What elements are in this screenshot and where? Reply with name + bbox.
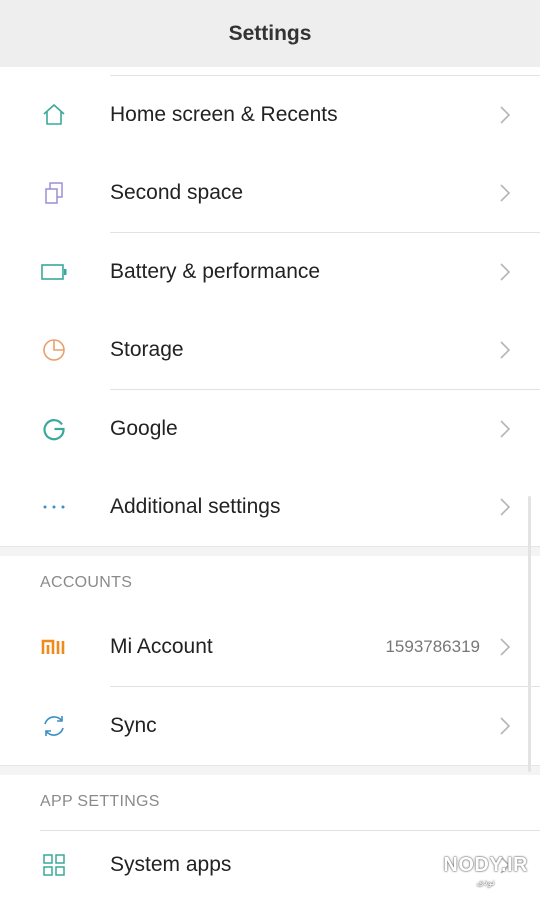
chevron-right-icon xyxy=(500,106,511,124)
scrollbar[interactable] xyxy=(528,496,531,772)
pie-chart-icon xyxy=(40,336,68,364)
settings-item-label: Battery & performance xyxy=(110,260,321,283)
settings-item-label: System apps xyxy=(110,853,232,876)
section-header-app-settings: APP SETTINGS xyxy=(0,775,540,831)
sync-icon xyxy=(40,712,68,740)
settings-item-label: Sync xyxy=(110,714,157,737)
watermark-text: NODY.IR xyxy=(443,854,528,876)
section-separator xyxy=(0,546,540,556)
settings-item-second-space[interactable]: Second space xyxy=(0,154,540,232)
settings-item-storage[interactable]: Storage xyxy=(0,311,540,389)
more-dots-icon xyxy=(40,493,68,521)
account-id-value: 1593786319 xyxy=(385,637,480,656)
settings-item-home-screen[interactable]: Home screen & Recents xyxy=(0,76,540,154)
settings-item-battery[interactable]: Battery & performance xyxy=(0,233,540,311)
battery-icon xyxy=(40,258,68,286)
chevron-right-icon xyxy=(500,184,511,202)
chevron-right-icon xyxy=(500,420,511,438)
page-title: Settings xyxy=(228,21,312,45)
settings-item-google[interactable]: Google xyxy=(0,390,540,468)
section-title: ACCOUNTS xyxy=(40,574,133,591)
settings-item-label: Storage xyxy=(110,338,184,361)
chevron-right-icon xyxy=(500,717,511,735)
chevron-right-icon xyxy=(500,638,511,656)
settings-item-label: Additional settings xyxy=(110,495,281,518)
watermark-logo: NODY.IR نودی xyxy=(443,854,528,888)
chevron-right-icon xyxy=(500,341,511,359)
google-g-icon xyxy=(40,415,68,443)
settings-item-sync[interactable]: Sync xyxy=(0,687,540,765)
section-separator xyxy=(0,765,540,775)
settings-item-label: Second space xyxy=(110,181,244,204)
settings-item-label: Google xyxy=(110,417,178,440)
grid-apps-icon xyxy=(40,851,68,879)
chevron-right-icon xyxy=(500,498,511,516)
section-header-accounts: ACCOUNTS xyxy=(0,556,540,612)
settings-item-additional[interactable]: Additional settings xyxy=(0,468,540,546)
chevron-right-icon xyxy=(500,263,511,281)
settings-item-label: Home screen & Recents xyxy=(110,103,338,126)
watermark-subtext: نودی xyxy=(476,877,495,887)
mi-logo-icon xyxy=(40,633,68,661)
settings-item-mi-account[interactable]: Mi Account 1593786319 xyxy=(0,608,540,686)
settings-item-label: Mi Account xyxy=(110,635,213,658)
app-header: Settings xyxy=(0,0,540,67)
section-title: APP SETTINGS xyxy=(40,793,160,810)
copy-windows-icon xyxy=(40,179,68,207)
home-icon xyxy=(40,101,68,129)
